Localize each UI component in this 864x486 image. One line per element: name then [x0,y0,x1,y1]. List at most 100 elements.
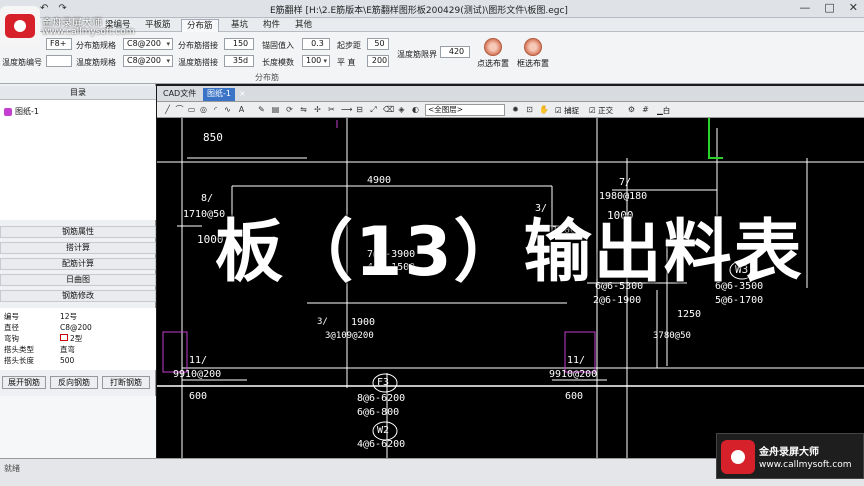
color-icon[interactable]: ◐ [411,105,420,114]
layer-select[interactable]: <全图层> [425,104,505,116]
cad-label: W2 [377,425,390,436]
status-text: 就绪 [4,464,20,473]
pass-field[interactable]: 150 [224,38,254,50]
temp-pass-field[interactable]: 35d [224,55,254,67]
hook-icon [60,334,68,341]
start-label: 起步距 [337,41,361,50]
anchor-field[interactable]: 0.3 [302,38,330,50]
copy-icon[interactable]: ▤ [271,105,280,114]
minimize-button[interactable]: — [799,1,810,14]
canvas-toolbar: ╱ ⌒ ▭ ◎ ◜ ∿ A ✎ ▤ ⟳ ⇋ ✢ ✂ ⟶ ⊟ ⤢ ⌫ ◈ ◐ <全… [157,102,864,118]
snap-checkbox[interactable]: ☑ 捕捉 [555,105,579,116]
trim-icon[interactable]: ✂ [327,105,336,114]
rebar-calc-button[interactable]: 配筋计算 [0,258,156,270]
expand-rebar-button[interactable]: 展开钢筋 [2,376,46,389]
bezier-icon[interactable]: ∿ [223,105,232,114]
gear-icon [524,38,542,56]
tab-flat-rebar[interactable]: 平板筋 [140,19,176,32]
video-title-overlay: 板（13）输出料表 [215,213,804,292]
prop-row: 编号 12号 [4,312,78,321]
tab-drawing-1[interactable]: 图纸-1 [203,88,235,101]
arc-icon[interactable]: ◜ [211,105,220,114]
ribbon-group-label: 分布筋 [255,73,279,82]
bulb-icon[interactable]: ✹ [511,105,520,114]
layer-icon[interactable]: ◈ [397,105,406,114]
lock-icon[interactable]: ⊡ [525,105,534,114]
temp-pass-label: 温度筋搭接 [178,58,218,67]
frame-place-button[interactable]: 框选布置 [514,38,552,70]
tab-distribution-rebar[interactable]: 分布筋 [181,19,219,32]
tab-other[interactable]: 其他 [290,19,317,32]
maximize-button[interactable]: □ [824,1,834,14]
cad-label: 850 [203,131,223,144]
color-select[interactable]: ▁白 [657,105,670,116]
undo-icon[interactable]: ↶ [40,3,48,14]
circle-icon[interactable]: ◎ [199,105,208,114]
cad-label: 9910@200 [549,369,598,380]
cad-label: 7/ [619,177,632,188]
tab-foundation-pit[interactable]: 基坑 [226,19,253,32]
temp-limit-field[interactable]: 420 [440,46,470,58]
cad-label: 3780@50 [653,331,691,341]
offset-icon[interactable]: ⊟ [355,105,364,114]
camera-icon [5,14,35,38]
badge-url: www.callmysoft.com [759,460,852,470]
anchor-label: 锚固值入 [262,41,294,50]
tab-cad-file[interactable]: CAD文件 [159,88,200,101]
brush-icon[interactable]: ✎ [257,105,266,114]
len-label: 长度模数 [262,58,294,67]
cad-label: 1900 [351,317,376,328]
cad-label: 8@6-6200 [357,393,406,404]
flat-field[interactable]: 200 [367,55,389,67]
move-icon[interactable]: ✢ [313,105,322,114]
watermark-url: www.callmysoft.com [42,27,135,37]
polyline-icon[interactable]: ⌒ [175,105,184,114]
break-rebar-button[interactable]: 打断钢筋 [102,376,150,389]
temp-spec-select[interactable]: C8@200 [123,55,173,67]
tree-node-drawing[interactable]: 图纸-1 [4,106,39,117]
prop-row: 搭头长度 500 [4,356,75,365]
extend-icon[interactable]: ⟶ [341,105,352,114]
cad-label: 8/ [201,193,214,204]
cad-label: 5@6-1700 [715,295,764,306]
pan-icon[interactable]: ✋ [539,105,549,114]
start-field[interactable]: 50 [367,38,389,50]
spec-select[interactable]: C8@200 [123,38,173,50]
erase-icon[interactable]: ⌫ [383,105,394,114]
text-icon[interactable]: A [237,105,246,114]
mirror-icon[interactable]: ⇋ [299,105,308,114]
overlap-calc-button[interactable]: 搭计算 [0,242,156,254]
tab-component[interactable]: 构件 [258,19,285,32]
title-bar: ↶ ↷ E筋翻样 [H:\2.E筋版本\E筋翻样图形板200429(测试)\图形… [0,0,864,18]
rect-icon[interactable]: ▭ [187,105,196,114]
grade-field[interactable]: F8+ [46,38,72,50]
cad-label: 4@6-6200 [357,439,406,450]
redo-icon[interactable]: ↷ [58,3,66,14]
ribbon: F8+ 分布筋规格 C8@200 分布筋搭接 150 锚固值入 0.3 起步距 … [0,32,864,84]
close-button[interactable]: ✕ [849,1,858,14]
recorder-logo [0,6,40,46]
reverse-rebar-button[interactable]: 反向钢筋 [50,376,98,389]
cad-label: 2@6-1900 [593,295,642,306]
temp-limit-label: 温度筋限界 [397,50,437,59]
cad-label: 3@109@200 [325,331,374,341]
flat-label: 平 直 [337,58,356,67]
prop-row: 直径 C8@200 [4,323,92,332]
rebar-attr-button[interactable]: 钢筋属性 [0,226,156,238]
close-tab-icon[interactable]: × [235,88,250,101]
cad-label: 6@6-800 [357,407,400,418]
ortho-checkbox[interactable]: ☑ 正交 [589,105,613,116]
scale-icon[interactable]: ⤢ [369,105,378,114]
len-select[interactable]: 100 [302,55,330,67]
temp-num-field[interactable] [46,55,72,67]
rebar-edit-button[interactable]: 钢筋修改 [0,290,156,302]
rotate-icon[interactable]: ⟳ [285,105,294,114]
settings-icon[interactable]: ⚙ [627,105,636,114]
line-icon[interactable]: ╱ [163,105,172,114]
grid-icon[interactable]: # [641,105,650,114]
catalog-header: 目录 [0,86,156,100]
cad-label: 11/ [189,355,208,366]
property-grid: 编号 12号 直径 C8@200 弯钩 2型 搭头类型 直弯 搭头长度 500 [0,308,156,370]
point-place-button[interactable]: 点选布置 [474,38,512,70]
curve-button[interactable]: 日曲图 [0,274,156,286]
